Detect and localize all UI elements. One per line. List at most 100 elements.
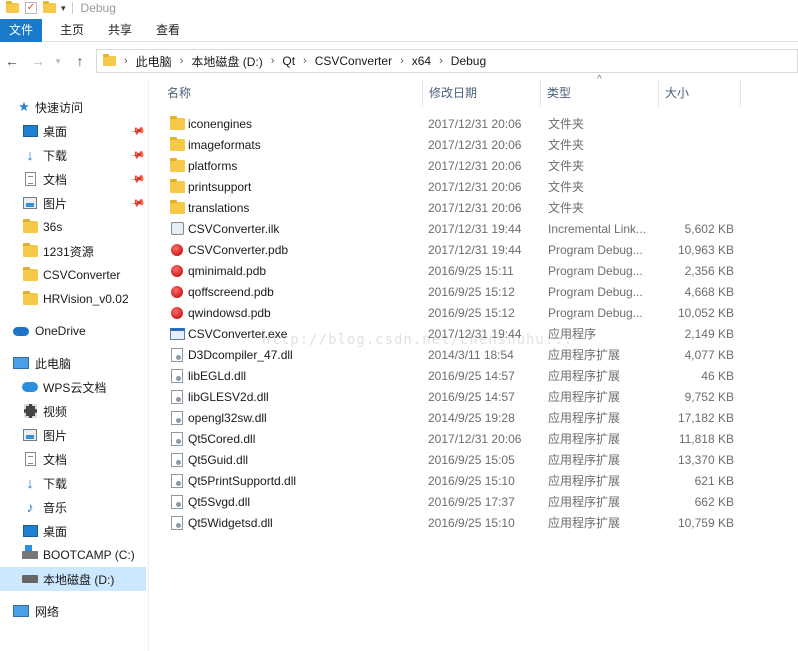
breadcrumb-qt[interactable]: Qt (282, 54, 295, 68)
file-row[interactable]: Qt5Guid.dll 2016/9/25 15:05 应用程序扩展 13,370 K… (160, 449, 740, 470)
file-row[interactable]: qoffscreend.pdb 2016/9/25 15:12 Program De… (160, 281, 740, 302)
forward-arrow-icon[interactable]: → (28, 53, 48, 69)
sidebar-item-label: 36s (43, 220, 63, 234)
pane-divider[interactable] (148, 80, 149, 651)
file-row[interactable]: Qt5Widgetsd.dll 2016/9/25 15:10 应用程序扩展 10,7… (160, 512, 740, 533)
chevron-right-icon[interactable]: › (180, 55, 184, 67)
breadcrumb-drive-d[interactable]: 本地磁盘 (D:) (191, 53, 262, 70)
file-row[interactable]: libGLESV2d.dll 2016/9/25 14:57 应用程序扩展 9,752… (160, 386, 740, 407)
chevron-right-icon[interactable]: › (400, 55, 404, 67)
file-row[interactable]: Qt5Cored.dll 2017/12/31 20:06 应用程序扩展 11,818… (160, 428, 740, 449)
cloud-icon (13, 323, 29, 339)
breadcrumb-csvconverter[interactable]: CSVConverter (315, 54, 392, 68)
drive-icon (22, 571, 38, 587)
sidebar-item-1231-resources[interactable]: 1231资源 (0, 239, 146, 263)
desktop-icon (22, 123, 38, 139)
tab-home[interactable]: 主页 (48, 19, 96, 42)
sidebar-item-label: WPS云文档 (43, 380, 107, 395)
sidebar-item-desktop-pc[interactable]: 桌面 (0, 519, 146, 543)
folder-icon (22, 243, 38, 259)
file-type: 应用程序扩展 (548, 411, 621, 425)
chevron-right-icon[interactable]: › (124, 55, 128, 67)
file-type: 应用程序扩展 (548, 432, 621, 446)
dll-file-icon (169, 515, 185, 531)
file-row[interactable]: qwindowsd.pdb 2016/9/25 15:12 Program Debu… (160, 302, 740, 323)
sidebar-item-local-disk-d[interactable]: 本地磁盘 (D:) (0, 567, 146, 591)
sidebar-item-hrvision[interactable]: HRVision_v0.02 (0, 287, 146, 311)
file-modified-date: 2016/9/25 14:57 (428, 389, 515, 404)
sidebar-item-videos[interactable]: 视频 (0, 399, 146, 423)
sidebar-item-this-pc[interactable]: 此电脑 (0, 351, 146, 375)
sidebar-item-csvconverter[interactable]: CSVConverter (0, 263, 146, 287)
chevron-right-icon[interactable]: › (439, 55, 443, 67)
network-icon (13, 603, 29, 619)
tab-share[interactable]: 共享 (96, 19, 144, 42)
file-row[interactable]: Qt5PrintSupportd.dll 2016/9/25 15:10 应用程序扩… (160, 470, 740, 491)
title-bar: ✓ ▾ Debug (0, 0, 798, 16)
breadcrumb-debug[interactable]: Debug (451, 54, 486, 68)
file-row[interactable]: D3Dcompiler_47.dll 2014/3/11 18:54 应用程序扩展 4… (160, 344, 740, 365)
dll-file-icon (169, 494, 185, 510)
file-row[interactable]: translations 2017/12/31 20:06 文件夹 (160, 197, 740, 218)
file-row[interactable]: opengl32sw.dll 2014/9/25 19:28 应用程序扩展 17,18… (160, 407, 740, 428)
file-name: imageformats (188, 137, 261, 152)
sidebar-item-wps-cloud[interactable]: WPS云文档 (0, 375, 146, 399)
sidebar-item-onedrive[interactable]: OneDrive (0, 319, 146, 343)
address-bar[interactable]: › 此电脑 › 本地磁盘 (D:) › Qt › CSVConverter › … (96, 49, 798, 73)
sidebar-item-music[interactable]: ♪ 音乐 (0, 495, 146, 519)
pdb-file-icon (169, 242, 185, 258)
file-row[interactable]: qminimald.pdb 2016/9/25 15:11 Program Debu… (160, 260, 740, 281)
file-modified-date: 2016/9/25 15:12 (428, 305, 515, 320)
sidebar-item-pictures[interactable]: 图片 📌 (0, 191, 146, 215)
file-size: 10,963 KB (677, 242, 734, 257)
sidebar-item-pictures-pc[interactable]: 图片 (0, 423, 146, 447)
up-arrow-icon[interactable]: ↑ (70, 53, 90, 69)
file-row[interactable]: libEGLd.dll 2016/9/25 14:57 应用程序扩展 46 KB (160, 365, 740, 386)
breadcrumb-x64[interactable]: x64 (412, 54, 431, 68)
column-divider[interactable] (740, 80, 741, 107)
file-row[interactable]: CSVConverter.exe 2017/12/31 19:44 应用程序 2,14… (160, 323, 740, 344)
sidebar-item-desktop[interactable]: 桌面 📌 (0, 119, 146, 143)
back-arrow-icon[interactable]: ← (2, 53, 22, 69)
column-header-name[interactable]: 名称 (160, 80, 422, 107)
file-row[interactable]: platforms 2017/12/31 20:06 文件夹 (160, 155, 740, 176)
file-row[interactable]: CSVConverter.ilk 2017/12/31 19:44 Incremen… (160, 218, 740, 239)
chevron-right-icon[interactable]: › (271, 55, 275, 67)
file-row[interactable]: CSVConverter.pdb 2017/12/31 19:44 Program … (160, 239, 740, 260)
sidebar-item-label: 图片 (43, 196, 68, 211)
sidebar-item-quick-access[interactable]: ★ 快速访问 (0, 95, 146, 119)
pin-icon[interactable]: 📌 (129, 171, 146, 187)
folder-icon (22, 219, 38, 235)
tab-view[interactable]: 查看 (144, 19, 192, 42)
file-type: Program Debug... (548, 263, 643, 278)
quick-access-toolbar-dropdown-icon[interactable]: ▾ (61, 3, 66, 14)
recent-locations-chevron-icon[interactable]: ▾ (48, 56, 68, 67)
column-header-date[interactable]: 修改日期 (422, 80, 540, 107)
file-type: Program Debug... (548, 242, 643, 257)
file-size: 10,759 KB (677, 515, 734, 530)
sidebar-item-network[interactable]: 网络 (0, 599, 146, 623)
tab-file[interactable]: 文件 (0, 19, 42, 42)
sidebar-item-bootcamp-c[interactable]: BOOTCAMP (C:) (0, 543, 146, 567)
breadcrumb-this-pc[interactable]: 此电脑 (136, 53, 172, 70)
folder-icon (22, 267, 38, 283)
file-row[interactable]: Qt5Svgd.dll 2016/9/25 17:37 应用程序扩展 662 KB (160, 491, 740, 512)
sidebar-item-36s[interactable]: 36s (0, 215, 146, 239)
pin-icon[interactable]: 📌 (129, 147, 146, 163)
column-header-size[interactable]: 大小 (658, 80, 740, 107)
sidebar-item-label: 此电脑 (35, 356, 72, 371)
sidebar-item-downloads-pc[interactable]: ↓ 下载 (0, 471, 146, 495)
pin-icon[interactable]: 📌 (129, 195, 146, 211)
new-folder-icon[interactable] (43, 1, 56, 13)
chevron-right-icon[interactable]: › (303, 55, 307, 67)
sidebar-item-downloads[interactable]: ↓ 下载 📌 (0, 143, 146, 167)
file-row[interactable]: printsupport 2017/12/31 20:06 文件夹 (160, 176, 740, 197)
file-row[interactable]: iconengines 2017/12/31 20:06 文件夹 (160, 113, 740, 134)
sidebar-item-documents-pc[interactable]: 文档 (0, 447, 146, 471)
file-row[interactable]: imageformats 2017/12/31 20:06 文件夹 (160, 134, 740, 155)
pin-icon[interactable]: 📌 (129, 123, 146, 139)
sidebar-item-label: 1231资源 (43, 244, 94, 259)
properties-icon[interactable]: ✓ (25, 2, 37, 14)
window-title: Debug (80, 1, 116, 15)
sidebar-item-documents[interactable]: 文档 📌 (0, 167, 146, 191)
